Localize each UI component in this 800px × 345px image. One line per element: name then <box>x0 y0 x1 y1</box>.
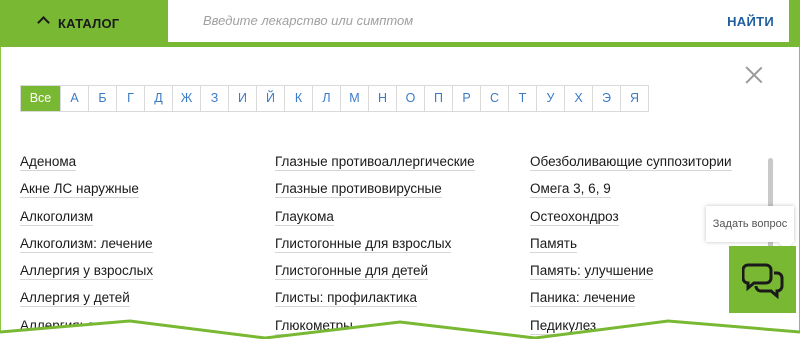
catalog-link-text: Остеохондроз <box>530 208 619 226</box>
catalog-link[interactable]: Глазные противоаллергические <box>275 154 475 181</box>
alphabet-filter: Все А Б Г Д Ж З И Й К Л М Н О П Р С Т У Х Э Я <box>20 85 649 112</box>
letter-filter[interactable]: Н <box>369 86 397 111</box>
ask-question-button[interactable] <box>729 246 796 313</box>
catalog-link-text: Алкоголизм <box>20 208 94 226</box>
ask-question-tooltip: Задать вопрос <box>706 206 794 242</box>
catalog-link[interactable]: Аллергия у взрослых <box>20 263 154 290</box>
catalog-toggle-button[interactable]: КАТАЛОГ <box>0 0 157 47</box>
letter-filter[interactable]: Х <box>565 86 593 111</box>
letter-filter[interactable]: Ж <box>173 86 201 111</box>
catalog-column-2: Глазные противоаллергические Глазные прот… <box>275 154 475 345</box>
letter-filter[interactable]: Д <box>145 86 173 111</box>
catalog-link[interactable]: Омега 3, 6, 9 <box>530 181 732 208</box>
torn-edge <box>0 319 800 339</box>
letter-filter[interactable]: И <box>229 86 257 111</box>
catalog-link-text: Глазные противовирусные <box>275 181 442 199</box>
catalog-link[interactable]: Обезболивающие суппозитории <box>530 154 732 181</box>
catalog-link[interactable]: Глаукома <box>275 208 475 236</box>
catalog-link-text: Глистогонные для детей <box>275 263 429 281</box>
letter-filter-all[interactable]: Все <box>21 86 61 111</box>
catalog-link-text: Глаукома <box>275 208 334 226</box>
letter-filter[interactable]: А <box>61 86 89 111</box>
catalog-link[interactable]: Глистогонные для детей <box>275 263 475 290</box>
catalog-link[interactable]: Остеохондроз <box>530 208 732 236</box>
search-input[interactable] <box>201 12 665 29</box>
catalog-link-text: Омега 3, 6, 9 <box>530 181 611 199</box>
catalog-label: КАТАЛОГ <box>58 16 120 31</box>
catalog-link[interactable]: Алкоголизм: лечение <box>20 235 153 263</box>
catalog-link[interactable]: Аллергия у детей <box>20 290 153 317</box>
catalog-link[interactable]: Паника: лечение <box>530 290 732 317</box>
letter-filter[interactable]: С <box>481 86 509 111</box>
letter-filter[interactable]: К <box>285 86 313 111</box>
letter-filter[interactable]: Т <box>509 86 537 111</box>
chat-bubbles-icon <box>742 263 784 299</box>
catalog-link[interactable]: Память <box>530 235 732 263</box>
letter-filter[interactable]: Г <box>117 86 145 111</box>
catalog-link-text: Глисты: профилактика <box>275 290 417 308</box>
catalog-column-3: Обезболивающие суппозитории Омега 3, 6, 9… <box>530 154 732 345</box>
catalog-link-text: Акне ЛС наружные <box>20 181 139 199</box>
catalog-link[interactable]: Глистогонные для взрослых <box>275 235 475 263</box>
catalog-link[interactable]: Акне ЛС наружные <box>20 181 153 208</box>
catalog-link-text: Память <box>530 235 578 253</box>
close-icon[interactable] <box>745 66 763 84</box>
catalog-column-1: Аденома Акне ЛС наружные Алкоголизм Алкогол… <box>20 154 154 345</box>
catalog-link-text: Аллергия у детей <box>20 290 130 308</box>
catalog-link-text: Аденома <box>20 154 77 171</box>
catalog-link[interactable]: Алкоголизм <box>20 208 153 236</box>
catalog-link[interactable]: Глазные противовирусные <box>275 181 475 208</box>
letter-filter[interactable]: Р <box>453 86 481 111</box>
letter-filter[interactable]: Б <box>89 86 117 111</box>
letter-filter[interactable]: Л <box>313 86 341 111</box>
letter-filter[interactable]: З <box>201 86 229 111</box>
catalog-link[interactable]: Аденома <box>20 154 153 181</box>
catalog-link-text: Память: улучшение <box>530 263 654 281</box>
letter-filter[interactable]: М <box>341 86 369 111</box>
catalog-link-text: Глистогонные для взрослых <box>275 235 452 253</box>
letter-filter[interactable]: Э <box>593 86 621 111</box>
letter-filter[interactable]: О <box>397 86 425 111</box>
catalog-link-text: Глазные противоаллергические <box>275 154 475 171</box>
search-button[interactable]: НАЙТИ <box>727 14 774 29</box>
catalog-link-text: Аллергия у взрослых <box>20 263 154 281</box>
catalog-link-text: Паника: лечение <box>530 290 636 308</box>
search-bar: НАЙТИ <box>157 0 800 47</box>
catalog-link-text: Обезболивающие суппозитории <box>530 154 732 171</box>
catalog-link-text: Алкоголизм: лечение <box>20 235 153 253</box>
letter-filter[interactable]: П <box>425 86 453 111</box>
chevron-up-icon <box>37 16 50 29</box>
search-box: НАЙТИ <box>166 0 791 44</box>
catalog-link[interactable]: Глисты: профилактика <box>275 290 475 317</box>
letter-filter[interactable]: Й <box>257 86 285 111</box>
catalog-link[interactable]: Память: улучшение <box>530 263 732 290</box>
letter-filter[interactable]: Я <box>621 86 649 111</box>
letter-filter[interactable]: У <box>537 86 565 111</box>
